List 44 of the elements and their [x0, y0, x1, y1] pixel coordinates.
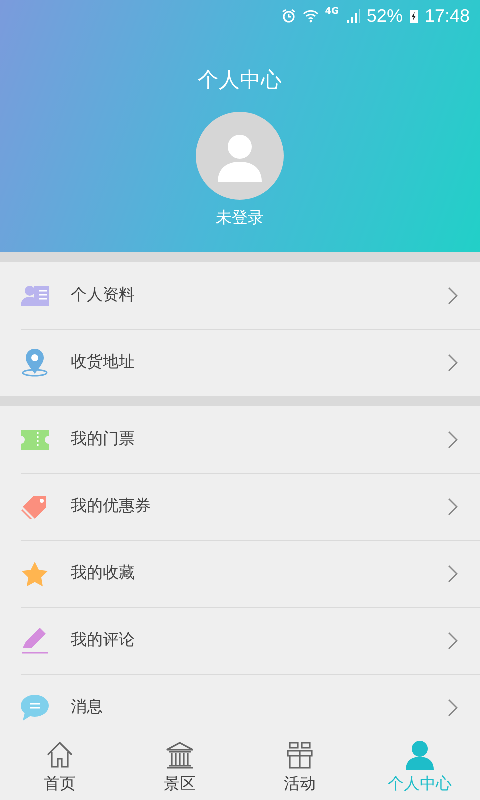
tab[interactable]: 首页 — [0, 734, 120, 800]
tag-icon — [21, 494, 49, 518]
wifi-icon — [303, 8, 320, 24]
menu-item[interactable]: 我的评论 — [0, 607, 480, 674]
menu-label: 我的门票 — [71, 429, 136, 450]
building-columns-icon — [165, 740, 195, 770]
star-icon — [21, 560, 49, 586]
signal-icon — [344, 8, 361, 24]
chevron-right-icon — [448, 698, 458, 716]
chevron-right-icon — [448, 286, 458, 304]
contact-card-icon — [21, 284, 49, 306]
gift-icon — [285, 740, 315, 770]
clock: 17:48 — [424, 6, 470, 26]
chevron-right-icon — [448, 430, 458, 448]
menu-label: 个人资料 — [71, 285, 136, 306]
menu-label: 我的优惠券 — [71, 496, 152, 517]
ticket-icon — [21, 430, 49, 450]
location-pin-icon — [21, 348, 49, 376]
battery-percent: 52% — [366, 6, 403, 26]
chevron-right-icon — [448, 354, 458, 372]
home-icon — [45, 740, 75, 770]
chevron-right-icon — [448, 564, 458, 582]
menu-item[interactable]: 个人资料 — [0, 262, 480, 329]
menu-item[interactable]: 我的优惠券 — [0, 473, 480, 540]
menu-label: 消息 — [71, 697, 104, 718]
menu-item[interactable]: 收货地址 — [0, 329, 480, 396]
menu-label: 我的收藏 — [71, 563, 136, 584]
avatar-icon[interactable] — [196, 112, 284, 200]
menu-item[interactable]: 我的收藏 — [0, 540, 480, 607]
tab[interactable]: 活动 — [240, 734, 360, 800]
menu-label: 收货地址 — [71, 352, 136, 373]
menu-item[interactable]: 我的门票 — [0, 406, 480, 473]
menu-label: 我的评论 — [71, 630, 136, 651]
menu-item[interactable]: 消息 — [0, 674, 480, 734]
pencil-icon — [21, 628, 49, 654]
chat-bubble-icon — [21, 694, 49, 720]
battery-charging-icon — [408, 8, 419, 24]
alarm-icon — [281, 8, 298, 24]
person-icon — [405, 740, 435, 770]
page-title: 个人中心 — [198, 67, 282, 94]
chevron-right-icon — [448, 632, 458, 650]
network-type: 4G — [325, 7, 339, 17]
tab[interactable]: 景区 — [120, 734, 240, 800]
chevron-right-icon — [448, 498, 458, 516]
